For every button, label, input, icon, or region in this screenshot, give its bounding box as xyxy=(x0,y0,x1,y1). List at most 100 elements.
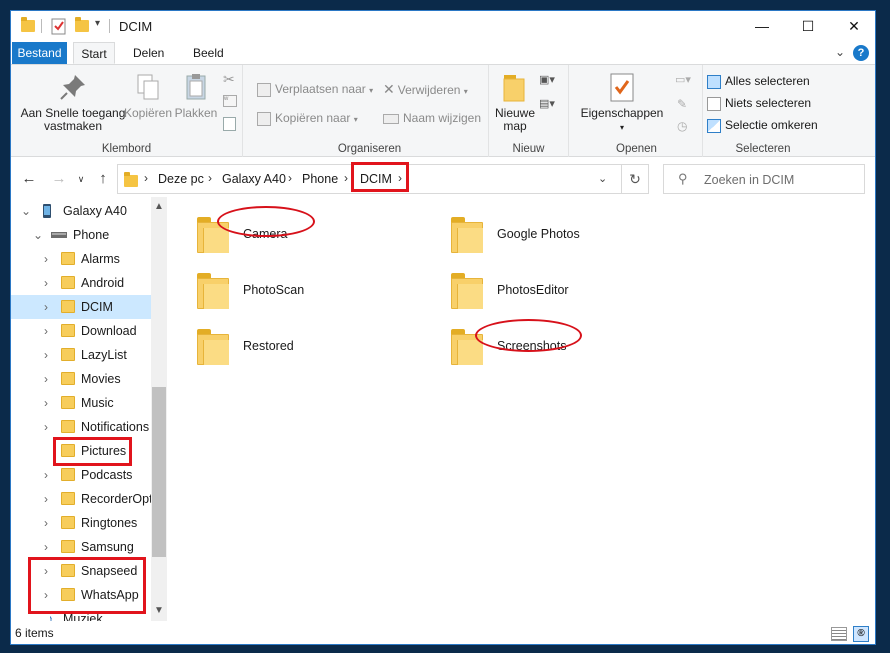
crumb-galaxy-a40[interactable]: Galaxy A40 xyxy=(222,172,286,186)
crumb-phone[interactable]: Phone xyxy=(302,172,338,186)
item-count: 6 items xyxy=(15,626,54,640)
rename-button[interactable]: Naam wijzigen xyxy=(383,108,481,128)
chevron-right-icon[interactable]: › xyxy=(41,391,51,415)
nav-item-ringtones[interactable]: › Ringtones xyxy=(11,511,151,535)
select-none-button[interactable]: Niets selecteren xyxy=(707,93,811,113)
customize-quick-access-icon[interactable]: ▾ xyxy=(95,18,100,29)
new-folder-button[interactable]: Nieuwe map xyxy=(491,71,539,133)
copy-to-icon xyxy=(257,111,271,126)
back-arrow-icon[interactable]: ← xyxy=(19,169,39,189)
nav-item-podcasts[interactable]: › Podcasts xyxy=(11,463,151,487)
edit-icon[interactable]: ✎ xyxy=(677,97,687,111)
move-dropdown-icon: ▾ xyxy=(369,86,374,95)
nav-item-alarms[interactable]: › Alarms xyxy=(11,247,151,271)
maximize-button[interactable]: ☐ xyxy=(785,11,831,41)
details-view-icon[interactable] xyxy=(831,627,847,641)
chevron-right-icon[interactable]: › xyxy=(41,319,51,343)
delete-dropdown-icon: ▾ xyxy=(463,87,468,96)
tab-share[interactable]: Delen xyxy=(125,42,172,64)
crumb-this-pc[interactable]: Deze pc xyxy=(158,172,204,186)
open-icon[interactable]: ▭▾ xyxy=(675,73,691,86)
chevron-right-icon[interactable]: › xyxy=(41,343,51,367)
nav-label-ringtones: Ringtones xyxy=(81,516,138,530)
chevron-down-icon[interactable]: ⌄ xyxy=(33,223,43,247)
tab-view[interactable]: Beeld xyxy=(185,42,232,64)
properties-label: Eigenschappen xyxy=(580,106,664,120)
nav-item-download[interactable]: › Download xyxy=(11,319,151,343)
new-folder-label-line1: Nieuwe xyxy=(494,106,536,120)
nav-item-movies[interactable]: › Movies xyxy=(11,367,151,391)
nav-item-lazylist[interactable]: › LazyList xyxy=(11,343,151,367)
properties-button[interactable]: Eigenschappen ▾ xyxy=(577,71,667,134)
collapse-ribbon-icon[interactable]: ⌄ xyxy=(835,45,845,59)
chevron-right-icon[interactable]: › xyxy=(41,535,51,559)
crumb-separator-icon[interactable]: › xyxy=(344,171,348,185)
address-history-dropdown-icon[interactable]: ⌄ xyxy=(598,172,607,185)
nav-item-dcim[interactable]: › DCIM xyxy=(11,295,151,319)
new-item-icon[interactable]: ▣▾ xyxy=(539,73,555,86)
crumb-separator-icon[interactable]: › xyxy=(208,171,212,185)
select-all-label: Alles selecteren xyxy=(725,74,810,88)
forward-arrow-icon[interactable]: → xyxy=(49,169,69,189)
pin-quick-access-button[interactable]: Aan Snelle toegang vastmaken xyxy=(17,71,129,133)
folder-item-photoscan[interactable]: PhotoScan xyxy=(197,269,417,313)
minimize-button[interactable]: — xyxy=(739,11,785,41)
paste-button[interactable]: Plakken xyxy=(173,71,219,120)
up-arrow-icon[interactable]: ↑ xyxy=(93,169,113,189)
refresh-button[interactable]: ↻ xyxy=(621,164,649,194)
tab-file[interactable]: Bestand xyxy=(12,42,67,64)
chevron-right-icon[interactable]: › xyxy=(41,415,51,439)
scroll-down-icon[interactable]: ▼ xyxy=(151,605,167,616)
copy-button[interactable]: Kopiëren xyxy=(123,71,173,120)
select-all-button[interactable]: Alles selecteren xyxy=(707,71,810,91)
recent-locations-icon[interactable]: ∨ xyxy=(71,169,91,189)
folder-item-photoseditor[interactable]: PhotosEditor xyxy=(451,269,671,313)
crumb-separator-icon[interactable]: › xyxy=(288,171,292,185)
properties-quick-icon[interactable] xyxy=(51,17,67,35)
chevron-down-icon[interactable]: ⌄ xyxy=(21,199,31,223)
clipboard-group: Aan Snelle toegang vastmaken Kopiëren Pl… xyxy=(11,65,243,157)
scroll-up-icon[interactable]: ▲ xyxy=(151,201,167,212)
delete-label: Verwijderen xyxy=(397,83,461,97)
chevron-right-icon[interactable]: › xyxy=(41,247,51,271)
folder-item-google-photos[interactable]: Google Photos xyxy=(451,213,671,257)
easy-access-icon[interactable]: ▤▾ xyxy=(539,97,555,110)
nav-item-notifications[interactable]: › Notifications xyxy=(11,415,151,439)
refresh-icon: ↻ xyxy=(629,171,641,187)
crumb-separator-icon[interactable]: › xyxy=(144,171,148,185)
nav-item-phone[interactable]: ⌄ Phone xyxy=(11,223,151,247)
invert-selection-button[interactable]: Selectie omkeren xyxy=(707,115,818,135)
delete-button[interactable]: ✕ Verwijderen ▾ xyxy=(383,79,468,99)
search-input[interactable]: ⚲ Zoeken in DCIM xyxy=(663,164,865,194)
chevron-right-icon[interactable]: › xyxy=(41,511,51,535)
clipboard-group-label: Klembord xyxy=(101,143,152,155)
copy-path-icon[interactable]: w xyxy=(223,95,237,107)
quick-access-divider xyxy=(41,19,42,33)
nav-pane-scrollbar[interactable]: ▲ ▼ xyxy=(151,197,167,621)
help-icon[interactable]: ? xyxy=(853,45,869,61)
nav-item-galaxy-a40[interactable]: ⌄ Galaxy A40 xyxy=(11,199,151,223)
move-to-button[interactable]: Verplaatsen naar ▾ xyxy=(257,79,373,99)
chevron-right-icon[interactable]: › xyxy=(41,295,51,319)
new-folder-quick-icon[interactable] xyxy=(75,17,89,32)
pin-icon xyxy=(60,75,85,100)
scrollbar-thumb[interactable] xyxy=(152,387,166,557)
window-title: DCIM xyxy=(119,19,153,34)
chevron-right-icon[interactable]: › xyxy=(41,463,51,487)
history-icon[interactable]: ◷ xyxy=(677,119,687,133)
chevron-right-icon[interactable]: › xyxy=(41,487,51,511)
paste-shortcut-icon[interactable] xyxy=(223,117,236,131)
chevron-right-icon[interactable]: › xyxy=(41,367,51,391)
chevron-right-icon[interactable]: › xyxy=(41,271,51,295)
folder-item-restored[interactable]: Restored xyxy=(197,325,417,369)
ribbon: Aan Snelle toegang vastmaken Kopiëren Pl… xyxy=(11,64,875,157)
cut-icon[interactable]: ✂ xyxy=(223,71,235,88)
large-icons-view-icon[interactable]: ® xyxy=(853,626,869,642)
copy-to-button[interactable]: Kopiëren naar ▾ xyxy=(257,108,358,128)
nav-item-recorderopti[interactable]: › RecorderOpti xyxy=(11,487,155,511)
nav-item-music[interactable]: › Music xyxy=(11,391,151,415)
nav-item-samsung[interactable]: › Samsung xyxy=(11,535,151,559)
tab-start[interactable]: Start xyxy=(73,42,115,64)
nav-item-android[interactable]: › Android xyxy=(11,271,151,295)
close-button[interactable]: ✕ xyxy=(831,11,875,41)
